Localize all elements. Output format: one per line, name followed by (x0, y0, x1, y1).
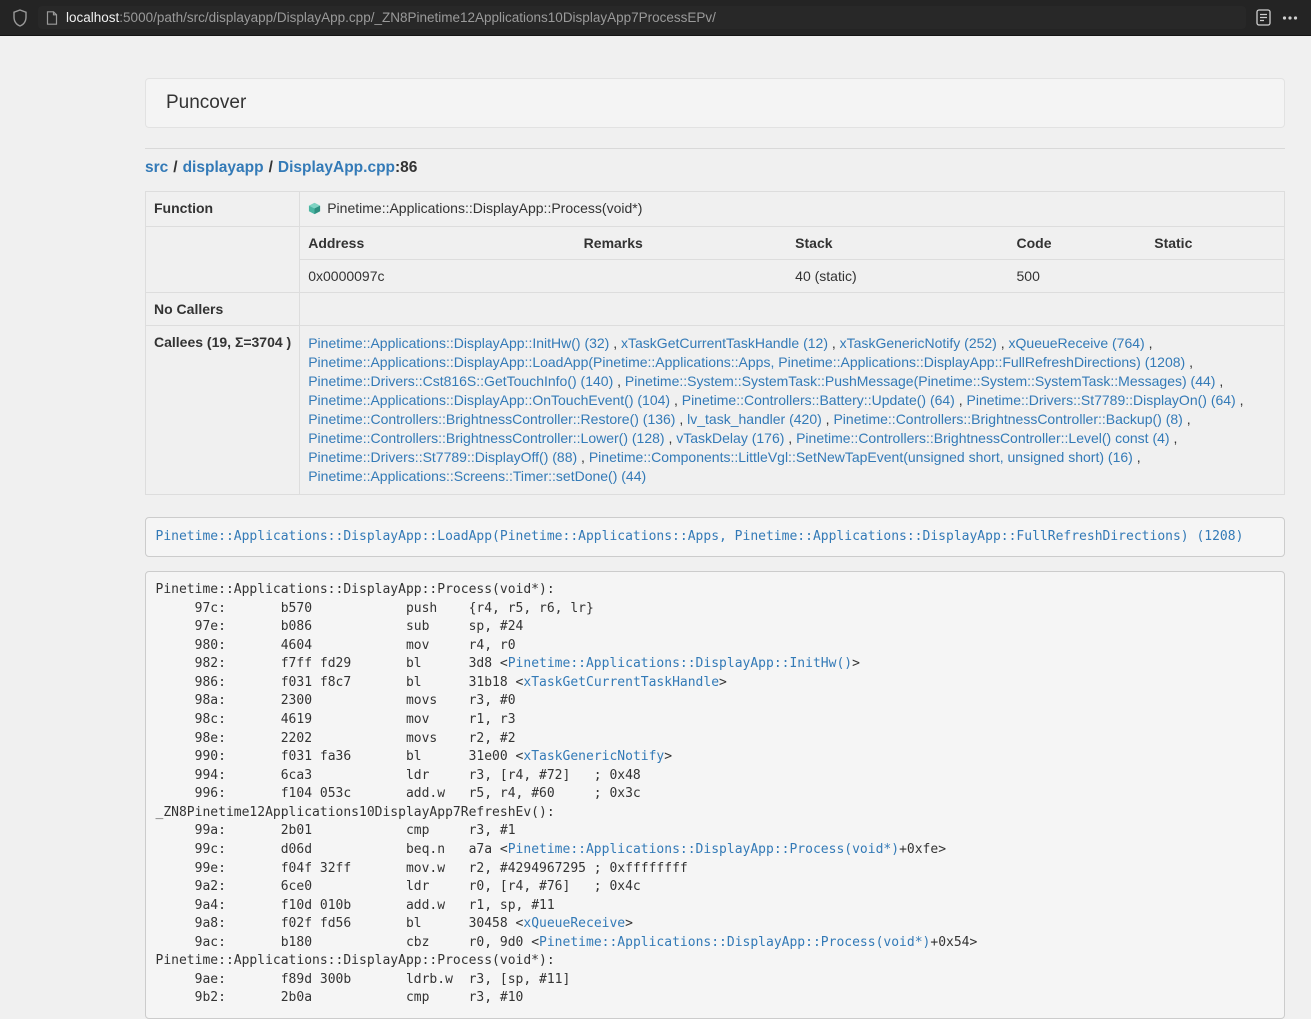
callers-row: No Callers (146, 293, 1285, 326)
callee-separator: , (828, 335, 840, 351)
callee-link[interactable]: Pinetime::Controllers::BrightnessControl… (308, 411, 675, 427)
callees-list: Pinetime::Applications::DisplayApp::Init… (300, 326, 1285, 495)
callee-link[interactable]: Pinetime::Controllers::BrightnessControl… (833, 411, 1182, 427)
metrics-table: Address Remarks Stack Code Static 0x0000… (300, 227, 1284, 292)
callee-separator: , (822, 411, 834, 427)
function-row: Function Pinetime::Applications::Display… (146, 192, 1285, 227)
snippet-link[interactable]: Pinetime::Applications::DisplayApp::Load… (156, 529, 1244, 544)
assembly-pre: Pinetime::Applications::DisplayApp::Proc… (145, 571, 1285, 1019)
metrics-row-label (146, 227, 300, 293)
no-callers-label: No Callers (146, 293, 300, 326)
metrics-cell: Address Remarks Stack Code Static 0x0000… (300, 227, 1285, 293)
metrics-data-row: 0x0000097c 40 (static) 500 (300, 260, 1284, 293)
callee-link[interactable]: xTaskGenericNotify (252) (840, 335, 997, 351)
page-content: Puncover src/displayapp/DisplayApp.cpp:8… (0, 36, 1311, 1019)
breadcrumb-line-number: :86 (395, 159, 417, 176)
callee-separator: , (613, 373, 625, 389)
static-value (1146, 260, 1284, 293)
content-container: Puncover src/displayapp/DisplayApp.cpp:8… (145, 78, 1285, 1019)
callee-link[interactable]: Pinetime::Drivers::Cst816S::GetTouchInfo… (308, 373, 613, 389)
callee-link[interactable]: Pinetime::System::SystemTask::PushMessag… (625, 373, 1216, 389)
function-name-cell: Pinetime::Applications::DisplayApp::Proc… (300, 192, 1285, 227)
callee-separator: , (1183, 411, 1191, 427)
callee-link[interactable]: lv_task_handler (420) (687, 411, 822, 427)
asm-symbol-link[interactable]: Pinetime::Applications::DisplayApp::Proc… (539, 935, 930, 950)
url-host: localhost (66, 10, 119, 25)
callers-cell (300, 293, 1285, 326)
reader-mode-icon[interactable] (1256, 9, 1271, 26)
breadcrumb-separator: / (168, 159, 182, 176)
metrics-row: Address Remarks Stack Code Static 0x0000… (146, 227, 1285, 293)
shield-icon[interactable] (12, 9, 28, 27)
callee-separator: , (1133, 449, 1141, 465)
breadcrumb-link-displayapp[interactable]: displayapp (183, 159, 264, 176)
app-title-panel: Puncover (145, 78, 1285, 128)
callee-link[interactable]: Pinetime::Applications::Screens::Timer::… (308, 468, 646, 484)
callees-label: Callees (19, Σ=3704 ) (146, 326, 300, 495)
col-header-remarks: Remarks (576, 227, 788, 260)
callee-separator: , (577, 449, 589, 465)
callee-separator: , (675, 411, 687, 427)
callee-separator: , (955, 392, 967, 408)
url-path: :5000/path/src/displayapp/DisplayApp.cpp… (119, 10, 716, 25)
col-header-address: Address (300, 227, 575, 260)
callee-link[interactable]: Pinetime::Drivers::St7789::DisplayOff() … (308, 449, 577, 465)
col-header-static: Static (1146, 227, 1284, 260)
callee-separator: , (997, 335, 1009, 351)
function-table: Function Pinetime::Applications::Display… (145, 191, 1285, 495)
callee-link[interactable]: Pinetime::Drivers::St7789::DisplayOn() (… (967, 392, 1236, 408)
callee-separator: , (665, 430, 677, 446)
col-header-stack: Stack (787, 227, 1008, 260)
function-cube-icon (308, 202, 321, 218)
callee-separator: , (1236, 392, 1244, 408)
callee-separator: , (1185, 354, 1193, 370)
callee-separator: , (670, 392, 682, 408)
page-title: Puncover (166, 92, 246, 113)
callee-link[interactable]: Pinetime::Applications::DisplayApp::Load… (308, 354, 1185, 370)
callee-link[interactable]: Pinetime::Controllers::BrightnessControl… (308, 430, 664, 446)
callee-separator: , (1170, 430, 1178, 446)
callee-separator: , (1145, 335, 1153, 351)
callee-link[interactable]: Pinetime::Controllers::BrightnessControl… (796, 430, 1169, 446)
callee-link[interactable]: Pinetime::Controllers::Battery::Update()… (682, 392, 955, 408)
col-header-code: Code (1009, 227, 1147, 260)
snippet-pre: Pinetime::Applications::DisplayApp::Load… (145, 517, 1285, 557)
callee-link[interactable]: Pinetime::Applications::DisplayApp::OnTo… (308, 392, 670, 408)
url-bar[interactable]: localhost:5000/path/src/displayapp/Displ… (38, 6, 1246, 29)
breadcrumb-separator: / (264, 159, 278, 176)
callee-link[interactable]: xQueueReceive (764) (1009, 335, 1145, 351)
breadcrumb: src/displayapp/DisplayApp.cpp:86 (145, 159, 1285, 177)
callee-separator: , (784, 430, 796, 446)
breadcrumb-link-displayapp-cpp[interactable]: DisplayApp.cpp (278, 159, 395, 176)
url-text: localhost:5000/path/src/displayapp/Displ… (66, 10, 716, 25)
callees-row: Callees (19, Σ=3704 ) Pinetime::Applicat… (146, 326, 1285, 495)
callee-separator: , (1215, 373, 1223, 389)
asm-symbol-link[interactable]: xQueueReceive (523, 916, 625, 931)
code-value: 500 (1009, 260, 1147, 293)
address-value: 0x0000097c (300, 260, 575, 293)
callee-link[interactable]: Pinetime::Applications::DisplayApp::Init… (308, 335, 609, 351)
remarks-value (576, 260, 788, 293)
callee-separator: , (609, 335, 621, 351)
asm-symbol-link[interactable]: Pinetime::Applications::DisplayApp::Proc… (508, 842, 899, 857)
callee-link[interactable]: xTaskGetCurrentTaskHandle (12) (621, 335, 828, 351)
stack-value: 40 (static) (787, 260, 1008, 293)
callee-link[interactable]: Pinetime::Components::LittleVgl::SetNewT… (589, 449, 1133, 465)
breadcrumb-link-src[interactable]: src (145, 159, 168, 176)
function-row-label: Function (146, 192, 300, 227)
asm-symbol-link[interactable]: xTaskGetCurrentTaskHandle (523, 675, 719, 690)
divider (145, 148, 1285, 149)
browser-toolbar: localhost:5000/path/src/displayapp/Displ… (0, 0, 1311, 36)
asm-symbol-link[interactable]: Pinetime::Applications::DisplayApp::Init… (508, 656, 852, 671)
page-icon (46, 11, 58, 25)
menu-icon[interactable] (1281, 9, 1299, 27)
asm-symbol-link[interactable]: xTaskGenericNotify (523, 749, 664, 764)
function-name: Pinetime::Applications::DisplayApp::Proc… (327, 200, 642, 216)
callee-link[interactable]: vTaskDelay (176) (676, 430, 784, 446)
